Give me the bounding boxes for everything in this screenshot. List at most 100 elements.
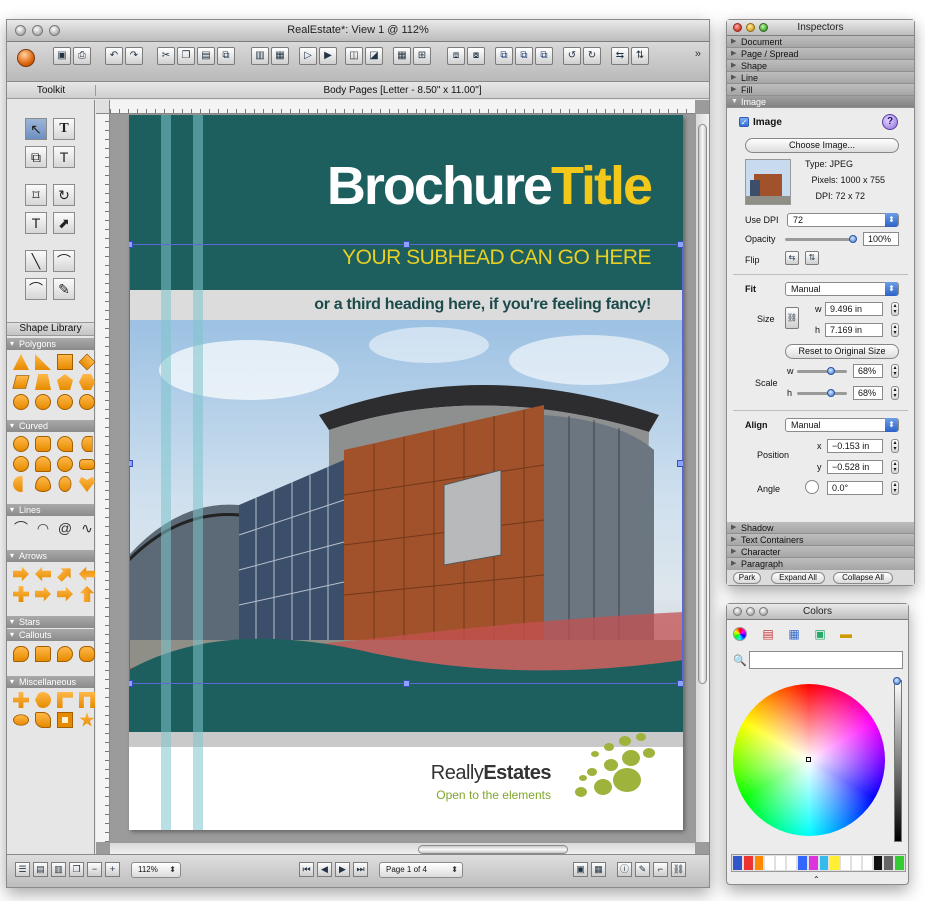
decorative-stripe[interactable] [193,115,203,830]
vertical-scroll-thumb[interactable] [698,124,707,684]
square-shape-icon[interactable] [57,354,73,370]
right-triangle-shape-icon[interactable] [35,354,51,370]
text-tool-icon[interactable]: T [53,118,75,140]
image-palettes-mode-icon[interactable]: ▣ [811,626,829,642]
copy-icon[interactable]: ❐ [177,47,195,65]
position-x-stepper[interactable]: ▴ ▾ [891,439,899,453]
flip-vertical-icon[interactable]: ⇅ [805,251,819,265]
plus-shape-icon[interactable] [13,692,29,708]
app-logo-icon[interactable] [17,49,35,67]
color-sliders-mode-icon[interactable]: ▤ [759,626,777,642]
section-shadow[interactable]: Shadow [727,522,914,534]
section-polygons[interactable]: Polygons [7,338,94,350]
next-page-icon[interactable]: ▶ [335,862,350,877]
window-titlebar[interactable]: RealEstate*: View 1 @ 112% [7,20,709,42]
company-logo-text[interactable]: ReallyEstates Open to the elements [431,762,552,802]
tools-icon[interactable]: ✎ [635,862,650,877]
section-lines[interactable]: Lines [7,504,94,516]
color-swatch[interactable] [753,855,765,871]
scale-width-slider[interactable] [797,370,847,373]
frame-icon[interactable]: ⌐ [653,862,668,877]
height-field[interactable]: 7.169 in [825,323,883,337]
vertical-ruler[interactable] [96,114,110,842]
first-page-icon[interactable]: ⏮ [299,862,314,877]
section-shape[interactable]: Shape [727,60,914,72]
arrow-shape-icon[interactable] [79,566,95,582]
colors-titlebar[interactable]: Colors [727,604,908,620]
color-swatch[interactable] [807,855,819,871]
transform-tool-icon[interactable]: ⌑ [25,184,47,206]
park-button[interactable]: Park [733,572,761,584]
position-x-field[interactable]: −0.153 in [827,439,883,453]
text-frame-tool-icon[interactable]: T [53,146,75,168]
view-mode-icon[interactable]: ☰ [15,862,30,877]
spiral-line-icon[interactable]: @ [57,520,73,536]
callout-shape-icon[interactable] [57,646,73,662]
page-setup-icon[interactable]: ▦ [271,47,289,65]
insert-page-icon[interactable]: ▥ [251,47,269,65]
scale-width-field[interactable]: 68% [853,364,883,378]
group-icon[interactable]: ◫ [345,47,363,65]
scale-height-slider-knob[interactable] [827,389,835,397]
overlap-icon[interactable]: ❐ [69,862,84,877]
opacity-field[interactable]: 100% [863,232,899,246]
width-field[interactable]: 9.496 in [825,302,883,316]
curve-tool-icon[interactable]: ⌒ [25,278,47,300]
paste-icon[interactable]: ▤ [197,47,215,65]
color-swatch[interactable] [742,855,754,871]
scale-height-field[interactable]: 68% [853,386,883,400]
link-icon[interactable]: ⛓ [671,862,686,877]
egg-shape-icon[interactable] [58,476,72,492]
pill-shape-icon[interactable] [79,459,95,470]
arrow-shape-icon[interactable] [35,586,51,602]
document-page[interactable]: BrochureTitle YOUR SUBHEAD CAN GO HERE o… [129,115,683,830]
circle-shape-icon[interactable] [57,394,73,410]
ungroup-icon[interactable]: ◪ [365,47,383,65]
line-tool-icon[interactable]: ╲ [25,250,47,272]
ellipse-shape-icon[interactable] [13,714,29,726]
triangle-shape-icon[interactable] [13,354,29,370]
zoom-out-icon[interactable]: − [87,862,102,877]
parallelogram-shape-icon[interactable] [12,375,30,389]
last-page-icon[interactable]: ⏭ [353,862,368,877]
frame-shape-icon[interactable] [57,712,73,728]
drop-shape-icon[interactable] [35,476,51,492]
flip-horizontal-icon[interactable]: ⇆ [611,47,629,65]
undo-icon[interactable]: ↶ [105,47,123,65]
send-to-back-icon[interactable]: ⧇ [467,47,485,65]
trapezoid-shape-icon[interactable] [35,374,51,390]
align-left-icon[interactable]: ⧉ [495,47,513,65]
circle-shape-icon[interactable] [35,394,51,410]
callout-shape-icon[interactable] [79,646,95,662]
color-swatch[interactable] [829,855,841,871]
third-heading-text[interactable]: or a third heading here, if you're feeli… [314,296,651,314]
resize-handle[interactable] [129,241,133,248]
rotate-left-icon[interactable]: ↺ [563,47,581,65]
decorative-stripe[interactable] [161,115,171,830]
toolbar-overflow-icon[interactable]: » [695,48,701,60]
color-swatch[interactable] [786,855,797,871]
scale-height-stepper[interactable]: ▴ ▾ [891,386,899,400]
section-line[interactable]: Line [727,72,914,84]
fill-tool-icon[interactable]: ⬈ [53,212,75,234]
flip-horizontal-icon[interactable]: ⇆ [785,251,799,265]
section-miscellaneous[interactable]: Miscellaneous [7,676,94,688]
heart-shape-icon[interactable] [79,476,95,492]
color-swatch[interactable] [764,855,776,871]
section-character[interactable]: Character [727,546,914,558]
expand-all-button[interactable]: Expand All [771,572,825,584]
position-y-stepper[interactable]: ▴ ▾ [891,460,899,474]
picture-tool-icon[interactable]: ⧉ [25,146,47,168]
crescent-shape-icon[interactable] [13,476,23,492]
crayons-mode-icon[interactable]: ▬ [837,626,855,642]
color-wheel-cursor[interactable] [806,757,811,762]
section-callouts[interactable]: Callouts [7,629,94,641]
color-swatch[interactable] [894,855,905,871]
help-icon[interactable]: ? [882,114,898,130]
brochure-title[interactable]: BrochureTitle [327,155,653,217]
color-wheel-mode-icon[interactable] [733,627,747,641]
fit-select[interactable]: Manual [785,282,899,296]
arrow-shape-icon[interactable] [79,586,95,602]
color-swatch[interactable] [796,855,808,871]
position-y-field[interactable]: −0.528 in [827,460,883,474]
